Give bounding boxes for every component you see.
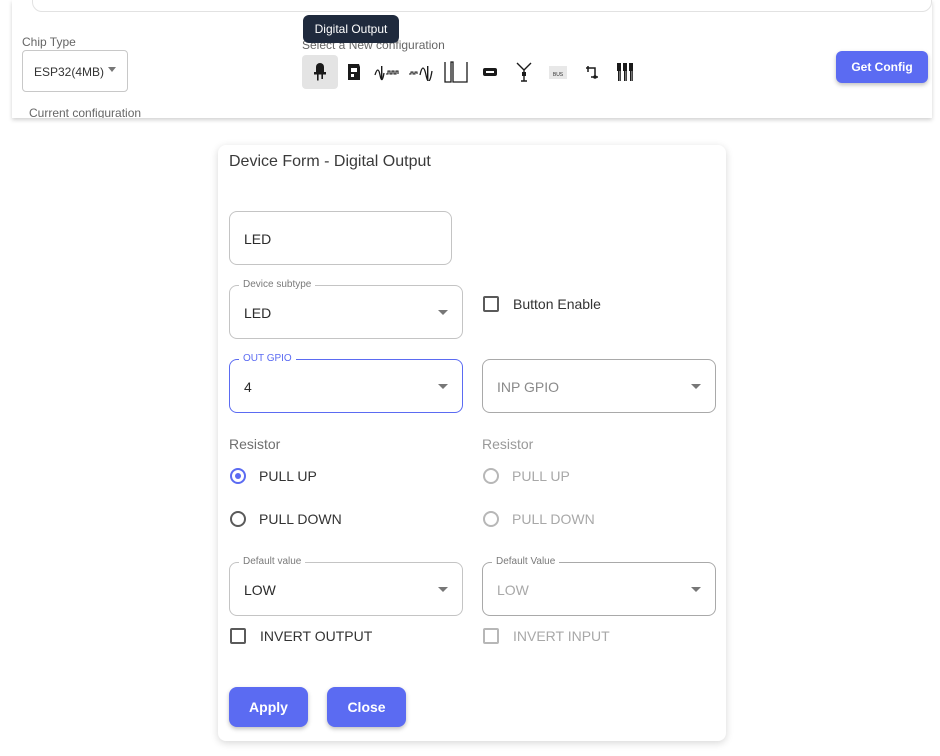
inp-pull-up-radio[interactable]: PULL UP <box>483 468 570 484</box>
out-gpio-select[interactable]: OUT GPIO 4 <box>229 353 463 413</box>
out-gpio-label: OUT GPIO <box>239 353 296 365</box>
checkbox-box <box>483 628 499 644</box>
radio-dot <box>230 511 246 527</box>
device-subtype-select[interactable]: Device subtype LED <box>229 279 463 339</box>
invert-output-checkbox[interactable]: INVERT OUTPUT <box>230 628 372 644</box>
checkbox-box <box>483 296 499 312</box>
inp-pull-down-radio[interactable]: PULL DOWN <box>483 511 595 527</box>
device-name-input[interactable]: LED <box>229 211 452 265</box>
device-type-bus[interactable]: BUS <box>540 55 576 89</box>
inp-default-value-label: Default Value <box>492 556 560 568</box>
apply-button[interactable]: Apply <box>229 687 308 727</box>
multi-pin-icon <box>617 63 633 81</box>
device-type-display[interactable] <box>472 55 508 89</box>
device-type-pwm[interactable] <box>370 55 406 89</box>
out-default-value: LOW <box>244 582 276 598</box>
device-type-digital-output[interactable] <box>302 55 338 89</box>
chevron-down-icon <box>438 587 448 592</box>
chip-type-value: ESP32(4MB) <box>34 65 105 79</box>
chevron-down-icon <box>108 67 116 72</box>
chip-type-label: Chip Type <box>22 35 76 49</box>
device-type-icons: BUS <box>302 55 642 89</box>
close-button[interactable]: Close <box>327 687 406 727</box>
led-icon <box>314 63 326 81</box>
out-gpio-value: 4 <box>244 379 252 395</box>
current-config-label: Current configuration <box>29 106 142 118</box>
out-pull-down-label: PULL DOWN <box>259 511 342 527</box>
get-config-button[interactable]: Get Config <box>836 51 928 83</box>
inp-gpio-placeholder: INP GPIO <box>497 379 559 395</box>
button-enable-checkbox[interactable]: Button Enable <box>483 296 601 312</box>
bus-icon: BUS <box>549 66 567 79</box>
display-icon <box>483 68 497 76</box>
inp-default-value: LOW <box>497 582 529 598</box>
chevron-down-icon <box>691 384 701 389</box>
device-subtype-value: LED <box>244 305 272 321</box>
device-type-analog[interactable] <box>404 55 440 89</box>
relay-icon <box>348 64 360 80</box>
connector-icon <box>586 66 598 79</box>
inp-pull-down-label: PULL DOWN <box>512 511 595 527</box>
chip-type-select[interactable]: ESP32(4MB) <box>22 50 128 92</box>
inp-pull-up-label: PULL UP <box>512 468 570 484</box>
pwm-icon <box>374 66 399 81</box>
out-pull-up-radio[interactable]: PULL UP <box>230 468 317 484</box>
invert-input-label: INVERT INPUT <box>513 628 610 644</box>
device-type-connector[interactable] <box>574 55 610 89</box>
top-strip <box>32 0 932 12</box>
device-form-card: Device Form - Digital Output LED Device … <box>218 145 726 741</box>
form-title: Device Form - Digital Output <box>229 153 431 170</box>
chevron-down-icon <box>438 310 448 315</box>
out-pull-down-radio[interactable]: PULL DOWN <box>230 511 342 527</box>
out-pull-up-label: PULL UP <box>259 468 317 484</box>
invert-output-label: INVERT OUTPUT <box>260 628 373 644</box>
radio-dot <box>483 468 499 484</box>
device-type-multi-pin[interactable] <box>608 55 644 89</box>
chevron-down-icon <box>691 587 701 592</box>
device-type-square-wave[interactable] <box>438 55 474 89</box>
device-name-value: LED <box>244 231 272 247</box>
config-panel: Chip Type ESP32(4MB) Select a New config… <box>12 0 932 118</box>
square-wave-icon <box>444 61 468 83</box>
out-resistor-label: Resistor <box>229 436 281 452</box>
chevron-down-icon <box>438 384 448 389</box>
device-type-antenna[interactable] <box>506 55 542 89</box>
invert-input-checkbox[interactable]: INVERT INPUT <box>483 628 610 644</box>
svg-text:BUS: BUS <box>553 72 564 78</box>
radio-dot <box>483 511 499 527</box>
button-enable-label: Button Enable <box>513 296 601 312</box>
inp-default-value-select[interactable]: Default Value LOW <box>482 556 716 616</box>
checkbox-box <box>230 628 246 644</box>
tooltip: Digital Output <box>303 15 399 43</box>
device-type-relay[interactable] <box>336 55 372 89</box>
out-default-value-select[interactable]: Default value LOW <box>229 556 463 616</box>
radio-dot <box>230 468 246 484</box>
out-default-value-label: Default value <box>239 556 306 568</box>
analog-icon <box>409 66 433 81</box>
inp-gpio-select[interactable]: INP GPIO <box>482 359 716 413</box>
device-subtype-label: Device subtype <box>239 279 316 291</box>
antenna-icon <box>516 62 532 82</box>
inp-resistor-label: Resistor <box>482 436 534 452</box>
